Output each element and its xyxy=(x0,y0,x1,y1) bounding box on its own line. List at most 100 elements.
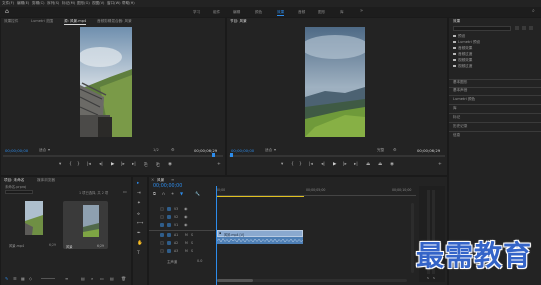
workspace-effects[interactable]: 效果 xyxy=(277,10,285,16)
workspace-assembly[interactable]: 组件 xyxy=(213,10,220,15)
accelerated-effects-icon[interactable] xyxy=(515,26,519,30)
menu-graphics[interactable]: 图形(G) xyxy=(77,1,90,6)
track-target-toggle[interactable] xyxy=(167,249,171,253)
track-label-v1[interactable]: V1 xyxy=(174,223,178,227)
program-resolution-select[interactable]: 完整 xyxy=(377,148,384,153)
add-button-icon[interactable]: + xyxy=(217,162,221,167)
panel-markers[interactable]: 标记 xyxy=(453,115,460,120)
play-icon[interactable]: ▶ xyxy=(333,162,336,167)
panel-history[interactable]: 历史记录 xyxy=(453,124,467,129)
mute-icon[interactable]: M xyxy=(185,233,188,237)
project-item-selected[interactable]: 风景 6;29 xyxy=(63,201,108,249)
tab-media-browser[interactable]: 媒体浏览器 xyxy=(37,178,55,183)
program-timecode-in[interactable]: 00;00;00;00 xyxy=(231,148,254,153)
close-icon[interactable]: × xyxy=(151,177,154,182)
tab-project[interactable]: 项目: 未命名 xyxy=(4,178,24,183)
source-timecode-in[interactable]: 00;00;00;00 xyxy=(5,148,28,153)
track-target-toggle[interactable] xyxy=(167,241,171,245)
step-forward-icon[interactable]: |▸ xyxy=(343,162,347,167)
slip-tool-icon[interactable]: ⟷ xyxy=(137,221,143,226)
go-to-out-icon[interactable]: ▸| xyxy=(354,162,358,167)
track-label-v2[interactable]: V2 xyxy=(174,215,178,219)
go-to-in-icon[interactable]: } xyxy=(77,162,80,167)
more-workspaces-icon[interactable]: » xyxy=(360,8,363,14)
solo-icon[interactable]: S xyxy=(191,249,193,253)
track-lock-toggle[interactable] xyxy=(160,215,164,219)
mute-icon[interactable]: M xyxy=(185,241,188,245)
workspace-editing[interactable]: 编辑 xyxy=(233,10,240,15)
lift-icon[interactable]: ⏏ xyxy=(366,162,370,167)
freeform-view-icon[interactable]: ◇ xyxy=(29,276,32,281)
effects-folder-presets[interactable]: 预设 xyxy=(453,34,465,39)
tab-lumetri-scopes[interactable]: Lumetri 范围 xyxy=(31,19,53,24)
track-target-toggle[interactable] xyxy=(167,223,171,227)
step-back-frame-icon[interactable]: ◂| xyxy=(99,162,103,167)
pen-tool-icon[interactable]: ✒ xyxy=(137,231,141,236)
effects-folder-audio-effects[interactable]: 音频效果 xyxy=(453,46,472,51)
zoom-slider[interactable] xyxy=(41,278,55,279)
step-forward-icon[interactable]: |▸ xyxy=(121,162,125,167)
track-label-v3[interactable]: V3 xyxy=(174,207,178,211)
solo-icon[interactable]: S xyxy=(191,241,193,245)
program-playhead[interactable] xyxy=(230,153,233,157)
new-item-icon[interactable]: ▤ xyxy=(110,276,114,281)
automate-icon[interactable]: ▤ xyxy=(81,276,85,281)
32bit-effects-icon[interactable] xyxy=(522,26,526,30)
meter-solo-right[interactable]: S xyxy=(433,276,435,280)
settings-icon[interactable]: 🔧 xyxy=(195,191,200,196)
eye-icon[interactable]: ◉ xyxy=(184,214,188,219)
mark-out-icon[interactable]: { xyxy=(291,162,294,167)
track-source-patch[interactable] xyxy=(160,223,164,227)
panel-lumetri-color[interactable]: Lumetri 颜色 xyxy=(453,97,475,102)
overwrite-icon[interactable]: ⎗ xyxy=(156,162,160,168)
track-target-toggle[interactable] xyxy=(167,233,171,237)
workspace-libraries[interactable]: 库 xyxy=(340,10,344,15)
sort-icon[interactable]: ≡ xyxy=(65,276,68,281)
step-back-icon[interactable]: |◂ xyxy=(309,162,313,167)
new-bin-icon[interactable]: ▭ xyxy=(123,189,127,194)
master-volume-value[interactable]: 0.0 xyxy=(197,259,202,263)
tab-effect-controls[interactable]: 效果控件 xyxy=(4,19,18,24)
list-view-icon[interactable]: ☰ xyxy=(13,276,17,281)
program-time-ruler[interactable] xyxy=(229,155,445,157)
track-label-a3[interactable]: A3 xyxy=(174,249,178,253)
export-frame-icon[interactable]: ◉ xyxy=(168,162,172,167)
add-button-icon[interactable]: + xyxy=(438,162,442,167)
wrench-icon[interactable]: ⚙ xyxy=(393,147,397,152)
program-fit-select[interactable]: 适合 xyxy=(265,148,272,153)
workspace-color[interactable]: 颜色 xyxy=(255,10,262,15)
play-icon[interactable]: ▶ xyxy=(111,162,114,167)
trash-icon[interactable]: 🗑 xyxy=(121,276,126,281)
panel-info[interactable]: 信息 xyxy=(453,133,460,138)
insert-icon[interactable]: ⎘ xyxy=(144,162,148,168)
nest-icon[interactable]: ⧉ xyxy=(153,191,156,196)
track-target-toggle[interactable] xyxy=(167,215,171,219)
linked-selection-icon[interactable]: ⚭ xyxy=(171,191,174,196)
timeline-ruler[interactable]: 00;00 00;00;05;00 00;00;10;00 xyxy=(216,186,416,196)
icon-view-icon[interactable]: ▦ xyxy=(21,276,25,281)
project-item[interactable]: 风景.mp4 6;29 xyxy=(7,199,61,249)
ripple-edit-tool-icon[interactable]: ✦ xyxy=(137,201,141,206)
lock-icon[interactable]: ✎ xyxy=(5,276,8,281)
source-playhead[interactable] xyxy=(212,153,215,157)
effects-folder-video-effects[interactable]: 视频效果 xyxy=(453,58,472,63)
menu-view[interactable]: 视图(V) xyxy=(92,1,104,6)
effects-folder-lumetri-presets[interactable]: Lumetri 预设 xyxy=(453,40,480,45)
eye-icon[interactable]: ◉ xyxy=(184,206,188,211)
menu-help[interactable]: 帮助(H) xyxy=(122,1,135,6)
razor-tool-icon[interactable]: ⟡ xyxy=(137,211,140,217)
menu-clip[interactable]: 剪辑(C) xyxy=(32,1,45,6)
track-select-tool-icon[interactable]: ⇥ xyxy=(137,191,141,196)
snap-icon[interactable]: ∩ xyxy=(162,191,165,196)
home-icon[interactable]: ⌂ xyxy=(5,8,9,15)
track-lock-toggle[interactable] xyxy=(160,207,164,211)
project-search-input[interactable] xyxy=(5,190,33,194)
timeline-timecode[interactable]: 00;00;00;00 xyxy=(153,184,182,189)
track-label-a2[interactable]: A2 xyxy=(174,241,178,245)
track-lock-toggle[interactable] xyxy=(160,241,164,245)
search-icon[interactable]: ⌕ xyxy=(532,8,535,14)
menu-marker[interactable]: 标记(M) xyxy=(62,1,75,6)
timeline-scrollbar[interactable] xyxy=(411,203,414,273)
solo-icon[interactable]: S xyxy=(191,233,193,237)
go-to-out-icon[interactable]: ▸| xyxy=(132,162,136,167)
